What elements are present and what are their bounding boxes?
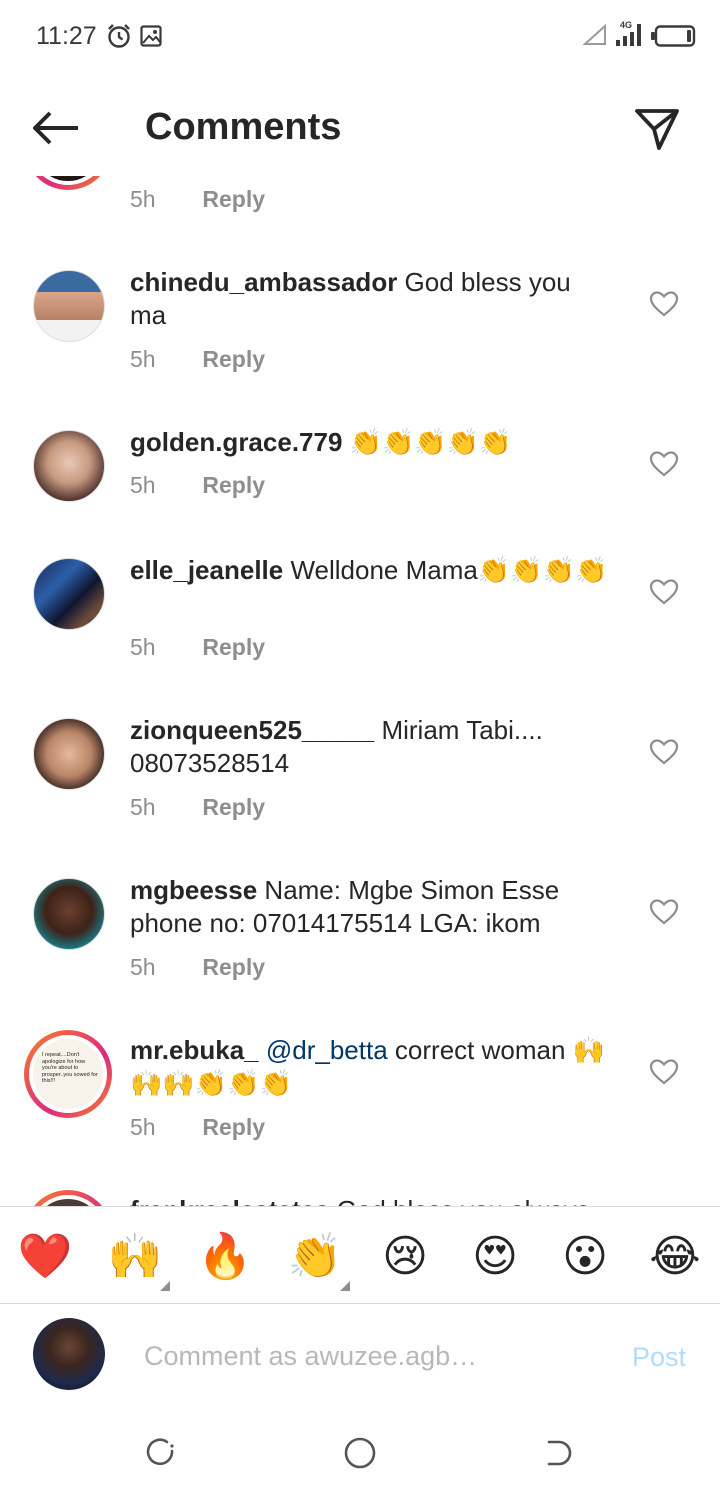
send-icon	[635, 109, 679, 150]
emoji-clapping-hands[interactable]: 👏	[287, 1229, 343, 1285]
comment-meta: 5h Reply	[130, 634, 265, 661]
heart-icon[interactable]	[648, 736, 680, 768]
emoji-fire[interactable]: 🔥	[197, 1229, 253, 1285]
heart-icon[interactable]	[648, 576, 680, 608]
recent-apps-icon[interactable]	[145, 1438, 175, 1468]
comment-time: 5h	[130, 1114, 156, 1140]
post-button[interactable]: Post	[632, 1342, 686, 1373]
skin-tone-indicator	[160, 1281, 170, 1291]
comment-text: zionqueen525_____ Miriam Tabi.... 080735…	[130, 714, 608, 780]
reply-button[interactable]: Reply	[202, 472, 265, 498]
emoji-bar: ❤️ 🙌 🔥 👏 😢 😍 😮 😂	[0, 1206, 720, 1304]
comment-username[interactable]: frankrealestates	[130, 1195, 329, 1206]
network-label: 4G	[620, 20, 632, 30]
comment-text: elle_jeanelle Welldone Mama👏👏👏👏	[130, 554, 608, 587]
comment-meta: 5h Reply	[130, 794, 265, 821]
reply-button[interactable]: Reply	[202, 794, 265, 820]
heart-icon[interactable]	[648, 896, 680, 928]
comment-meta: 5h Reply	[130, 346, 265, 373]
avatar[interactable]: I repeat....Don't apologize for how you'…	[24, 1030, 112, 1118]
share-button[interactable]	[630, 102, 684, 156]
comment-time: 5h	[130, 634, 156, 660]
comment-composer: Post	[0, 1304, 720, 1408]
avatar[interactable]	[33, 430, 105, 502]
header: Comments	[0, 80, 720, 176]
comment-time: 5h	[130, 794, 156, 820]
skin-tone-indicator	[340, 1281, 350, 1291]
comment-message: God bless you always	[329, 1195, 590, 1206]
status-bar: 11:27 4G	[0, 0, 720, 72]
comment-username[interactable]: elle_jeanelle	[130, 555, 283, 585]
system-nav-bar	[0, 1410, 720, 1500]
comment-time: 5h	[130, 346, 156, 372]
back-button[interactable]	[28, 104, 84, 152]
comment-text: frankrealestates God bless you always	[130, 1194, 608, 1206]
comment-time: 5h	[130, 186, 156, 212]
comment-text: chinedu_ambassador God bless you ma	[130, 266, 608, 332]
user-avatar	[33, 1318, 105, 1390]
comment-username[interactable]: zionqueen525_____	[130, 715, 374, 745]
comment-meta: 5h Reply	[130, 1114, 265, 1141]
home-icon[interactable]	[343, 1436, 377, 1470]
avatar[interactable]	[33, 270, 105, 342]
comment-text: mgbeesse Name: Mgbe Simon Esse phone no:…	[130, 874, 608, 940]
comment-text: golden.grace.779 👏👏👏👏👏	[130, 426, 608, 459]
reply-button[interactable]: Reply	[202, 954, 265, 980]
comment-input[interactable]	[144, 1334, 594, 1378]
heart-icon[interactable]	[648, 288, 680, 320]
comment-username[interactable]: mr.ebuka_	[130, 1035, 259, 1065]
comment-text: mr.ebuka_ @dr_betta correct woman 🙌🙌🙌👏👏👏	[130, 1034, 608, 1100]
comment-meta: 5h Reply	[130, 954, 265, 981]
comment-message: 👏👏👏👏👏	[342, 427, 512, 457]
emoji-tears-of-joy[interactable]: 😂	[647, 1229, 703, 1285]
no-signal-icon	[583, 24, 606, 45]
comment-time: 5h	[130, 954, 156, 980]
comment-username[interactable]: mgbeesse	[130, 875, 257, 905]
avatar[interactable]	[33, 718, 105, 790]
comment-username[interactable]: golden.grace.779	[130, 427, 342, 457]
avatar[interactable]	[24, 1190, 112, 1206]
avatar[interactable]	[33, 878, 105, 950]
emoji-surprised-face[interactable]: 😮	[557, 1229, 613, 1285]
comment-time: 5h	[130, 472, 156, 498]
battery-icon	[651, 25, 696, 47]
comment-mention-link[interactable]: @dr_betta	[266, 1035, 388, 1065]
reply-button[interactable]: Reply	[202, 634, 265, 660]
gallery-icon	[140, 25, 162, 47]
reply-button[interactable]: Reply	[202, 1114, 265, 1140]
alarm-icon	[108, 24, 130, 48]
page-title: Comments	[145, 106, 342, 148]
signal-4g-icon: 4G	[616, 20, 641, 46]
comment-meta: 5h Reply	[130, 472, 265, 499]
heart-icon[interactable]	[648, 1056, 680, 1088]
emoji-heart-eyes[interactable]: 😍	[467, 1229, 523, 1285]
emoji-raised-hands[interactable]: 🙌	[107, 1229, 163, 1285]
avatar[interactable]	[24, 176, 112, 190]
status-time: 11:27	[36, 22, 97, 50]
heart-icon[interactable]	[648, 448, 680, 480]
avatar[interactable]	[33, 558, 105, 630]
comment-meta: 5h Reply	[130, 186, 265, 213]
comment-message: Welldone Mama👏👏👏👏	[283, 555, 608, 585]
avatar-quote-text: I repeat....Don't apologize for how you'…	[42, 1052, 98, 1084]
emoji-crying-face[interactable]: 😢	[377, 1229, 433, 1285]
reply-button[interactable]: Reply	[202, 346, 265, 372]
back-arrow-icon	[33, 111, 78, 145]
reply-button[interactable]: Reply	[202, 186, 265, 212]
nav-back-icon[interactable]	[543, 1438, 573, 1468]
comment-username[interactable]: chinedu_ambassador	[130, 267, 397, 297]
emoji-heart[interactable]: ❤️	[17, 1229, 73, 1285]
comment-list[interactable]: 5h Reply chinedu_ambassador God bless yo…	[0, 176, 720, 1206]
